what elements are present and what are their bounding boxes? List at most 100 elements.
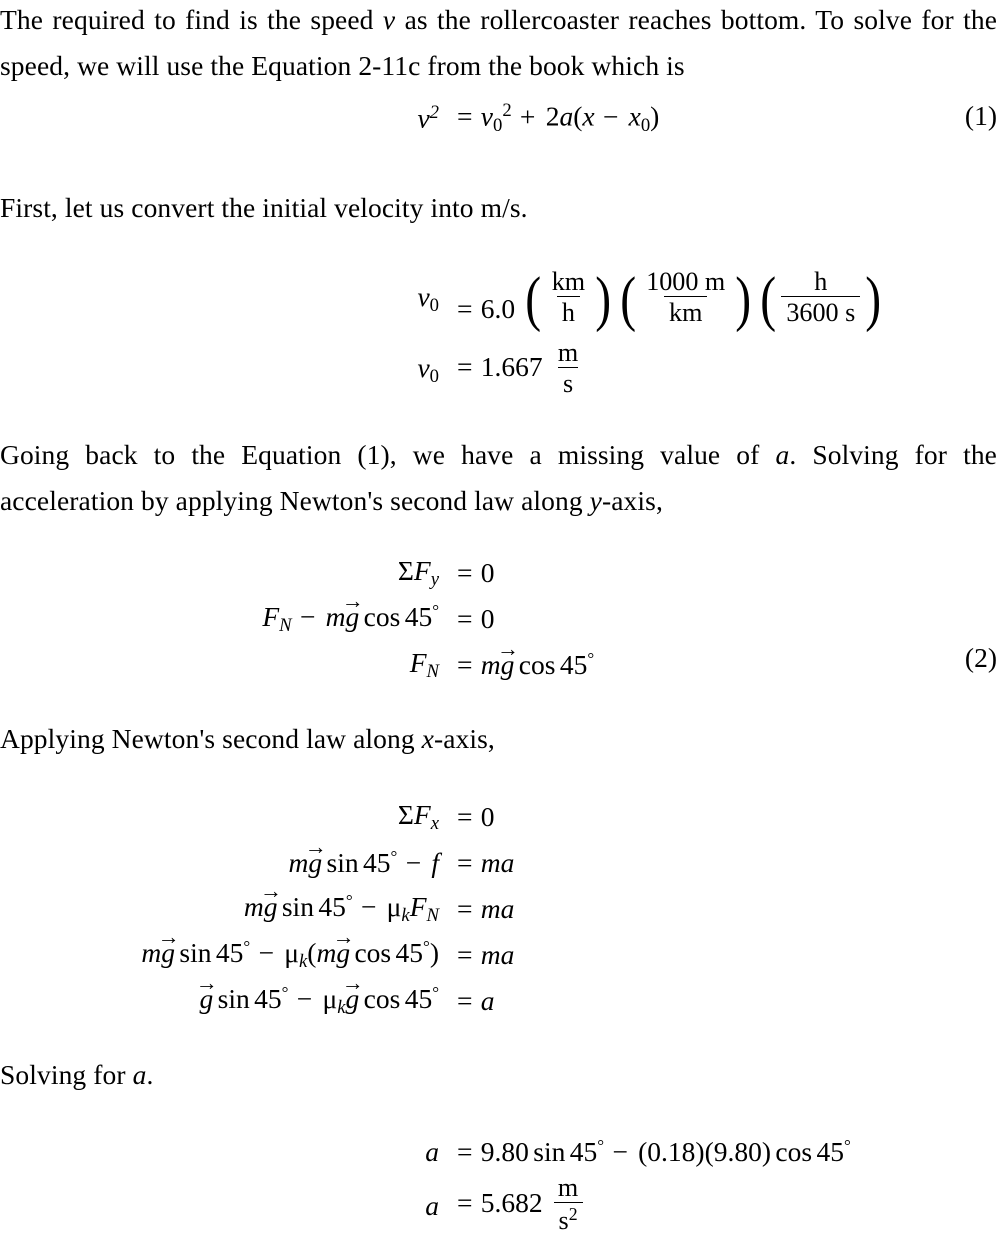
yaxis-line-2-lhs: FN − m → g cos 45° — [0, 589, 448, 637]
yaxis-F-subscript: y — [430, 569, 439, 591]
xaxis-line-5-lhs: → g sin 45° − μk → g cos 45° — [0, 971, 448, 1019]
missing-variable-a: a — [775, 439, 790, 470]
equation-1-rhs: = v02 +2a(x − x0) — [448, 100, 659, 137]
solving-variable-a: a — [132, 1059, 147, 1090]
conv1-value: 6.0 — [480, 293, 516, 325]
xaxis3-rhs-a: a — [500, 893, 515, 924]
xaxis4-g2-vector: → g — [333, 925, 355, 969]
accel1-equals: = — [457, 1136, 473, 1167]
eq1-a: a — [559, 100, 574, 132]
xaxis1-F: F — [413, 798, 431, 830]
accel2-unit-numerator: m — [557, 1172, 579, 1202]
xaxis4-minus: − — [258, 936, 274, 968]
xaxis-text-part1: Applying Newton's second law along — [0, 723, 422, 754]
eq1-close-paren: ) — [650, 100, 660, 132]
yaxis2-FN-subscript: N — [279, 615, 292, 637]
xaxis2-g-vector: → g — [305, 836, 327, 879]
yaxis3-FN-subscript: N — [426, 661, 439, 683]
xaxis-line-2: m → g sin 45° − f = ma — [0, 836, 997, 886]
conversion-factor-3: (h 3600 s) — [760, 266, 882, 334]
xaxis4-equals: = — [457, 939, 473, 970]
xaxis3-mu: μ — [386, 890, 402, 922]
eq1-equals: = — [457, 100, 473, 132]
xaxis5-cos: cos — [363, 982, 401, 1014]
xaxis4-angle: 45 — [215, 936, 244, 968]
xaxis3-angle: 45 — [318, 890, 346, 922]
solving-text-part1: Solving for — [0, 1059, 133, 1090]
xaxis2-rhs-m: m — [480, 847, 501, 878]
paragraph-xaxis: Applying Newton's second law along x-axi… — [0, 716, 997, 762]
intro-text-part1: The required to find is the speed — [0, 4, 383, 35]
intro-text-part3: from the book which is — [420, 50, 685, 81]
xaxis5-g: g — [199, 982, 214, 1014]
xaxis1-zero: 0 — [480, 801, 495, 832]
yaxis2-equals: = — [457, 603, 473, 634]
document-page: The required to find is the speed v as t… — [0, 0, 997, 1235]
xaxis2-m: m — [288, 847, 309, 878]
xaxis-line-5: → g sin 45° − μk → g cos 45° = a — [0, 971, 997, 1024]
xaxis-block: ΣFx = 0 m → g sin 45° − f = ma m → g sin 45° − μkFN = m… — [0, 794, 997, 1024]
accel1-minus: − — [612, 1136, 628, 1167]
conversion-line-2-rhs: = 1.667 m s — [448, 338, 585, 399]
xaxis3-minus: − — [360, 890, 377, 922]
eq1-open-paren: ( — [573, 100, 583, 132]
accel1-angle2: 45 — [816, 1136, 844, 1167]
accel1-open-paren-2: ( — [704, 1136, 714, 1167]
yaxis3-angle: 45 — [559, 649, 588, 680]
conv1-equals: = — [457, 293, 473, 325]
accel1-cos: cos — [775, 1136, 813, 1167]
eq1-v: v — [417, 102, 430, 134]
xaxis3-g: g — [263, 890, 278, 922]
xaxis2-degree-symbol: ° — [390, 847, 398, 867]
xaxis4-rhs-a: a — [500, 939, 515, 970]
eq1-two: 2 — [545, 100, 560, 132]
accel2-a: a — [425, 1190, 439, 1221]
eq1-v0-exponent: 2 — [502, 100, 512, 121]
yaxis-line-3-lhs: FN — [0, 647, 448, 683]
intro-equation-reference: 2-11c — [358, 50, 421, 81]
accel1-a: a — [425, 1136, 439, 1167]
accel2-equals: = — [457, 1187, 473, 1219]
xaxis2-rhs-a: a — [500, 847, 515, 878]
eq1-x0: x — [628, 100, 641, 132]
xaxis2-angle: 45 — [363, 847, 391, 878]
yaxis3-g: g — [500, 649, 515, 680]
xaxis-line-3-lhs: m → g sin 45° − μkFN — [0, 879, 448, 927]
xaxis4-g-vector: → g — [158, 925, 180, 969]
yaxis3-g-vector: → g — [497, 638, 519, 681]
yaxis3-FN: F — [409, 646, 427, 678]
xaxis5-degree-symbol-2: ° — [432, 983, 439, 1002]
yaxis1-equals: = — [457, 557, 473, 588]
yaxis-block: ΣFy = 0 FN − m → g cos 45° = 0 FN = m → g cos 45° (2) — [0, 550, 997, 688]
conv2-units: ms — [553, 338, 583, 398]
xaxis3-mu-subscript: k — [401, 905, 410, 927]
accel1-close-paren-1: ) — [695, 1136, 705, 1167]
eq1-v0-subscript: 0 — [492, 114, 503, 136]
xaxis4-cos: cos — [354, 936, 392, 968]
xaxis3-g-vector: → g — [260, 879, 282, 923]
missing-variable-y: y — [589, 485, 602, 516]
yaxis3-m: m — [480, 649, 501, 680]
xaxis4-rhs-m: m — [480, 939, 501, 970]
yaxis-line-1-lhs: ΣFy — [0, 555, 448, 591]
xaxis2-friction: f — [431, 847, 439, 878]
conv1-v-subscript: 0 — [429, 295, 439, 317]
conv1-f3-numerator: h — [814, 266, 828, 296]
xaxis4-degree-symbol: ° — [243, 937, 251, 956]
xaxis5-minus: − — [296, 982, 313, 1014]
xaxis5-mu: μ — [322, 982, 338, 1014]
xaxis-line-2-lhs: m → g sin 45° − f — [0, 836, 448, 879]
eq1-minus: − — [602, 100, 619, 132]
conv2-equals: = — [457, 351, 473, 383]
accel1-sin: sin — [533, 1136, 566, 1167]
xaxis4-sin: sin — [179, 936, 212, 968]
yaxis3-degree-symbol: ° — [587, 649, 595, 669]
conversion-line-1-rhs: = 6.0 (km h)(1000 m km)(h 3600 s) — [448, 266, 884, 334]
xaxis-line-3: m → g sin 45° − μkFN = ma — [0, 879, 997, 932]
accel1-close-paren-2: ) — [761, 1136, 772, 1167]
xaxis2-g: g — [308, 847, 323, 878]
conv1-f3-denominator: 3600 s — [781, 296, 861, 327]
eq1-v0: v — [480, 100, 493, 132]
accel1-open-paren-1: ( — [638, 1136, 648, 1167]
xaxis-variable-x: x — [421, 723, 434, 754]
